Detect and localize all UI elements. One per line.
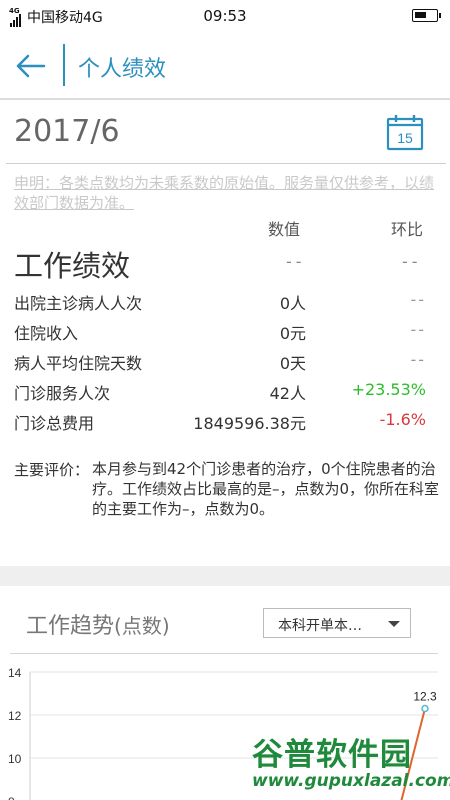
section-separator — [0, 566, 450, 586]
row-value: 0天 — [279, 354, 306, 373]
watermark-url: www.gupuxlazal.com — [252, 771, 450, 791]
evaluation-label: 主要评价： — [14, 461, 90, 479]
row-ratio: -- — [410, 320, 426, 339]
date-divider — [6, 163, 446, 164]
row-value: 0元 — [279, 324, 306, 343]
y-tick-label: 12 — [8, 709, 22, 723]
performance-title-ratio: -- — [402, 252, 422, 271]
table-row: 病人平均住院天数 0天 -- — [0, 345, 450, 375]
evaluation-text: 本月参与到42个门诊患者的治疗，0个住院患者的治疗。工作绩效占比最高的是–，点数… — [92, 460, 440, 518]
column-header-value: 数值 — [268, 220, 301, 239]
row-label: 住院收入 — [14, 324, 79, 343]
selected-month: 2017/6 — [14, 114, 120, 149]
watermark-title: 谷普软件园 — [252, 737, 412, 773]
row-ratio-down: -1.6% — [379, 410, 426, 429]
row-label: 病人平均住院天数 — [14, 354, 143, 373]
trend-title: 工作趋势(点数) — [26, 608, 170, 640]
page-title: 个人绩效 — [78, 57, 167, 82]
table-row: 出院主诊病人人次 0人 -- — [0, 285, 450, 315]
row-label: 出院主诊病人人次 — [14, 294, 143, 313]
table-row: 住院收入 0元 -- — [0, 315, 450, 345]
calendar-day: 15 — [397, 130, 413, 146]
row-label: 门诊服务人次 — [14, 384, 111, 403]
y-tick-label: 10 — [8, 752, 22, 766]
status-bar: 4G 中国移动4G 09:53 — [0, 0, 450, 32]
back-arrow-icon — [16, 54, 46, 78]
y-tick-label: 8 — [8, 795, 15, 800]
trend-title-unit: (点数) — [114, 614, 170, 638]
data-point — [421, 704, 429, 713]
trend-divider — [10, 653, 438, 654]
table-row: 门诊总费用 1849596.38元 -1.6% — [0, 405, 450, 435]
app-header: 个人绩效 — [0, 32, 450, 100]
watermark-logo: 谷普软件园 www.gupuxlazal.com — [244, 725, 450, 800]
disclaimer-notice[interactable]: 申明：各类点数均为未乘系数的原始值。服务量仅供参考，以绩效部门数据为准。 — [14, 173, 444, 213]
table-row: 门诊服务人次 42人 +23.53% — [0, 375, 450, 405]
calendar-button[interactable]: 15 — [386, 113, 424, 151]
row-ratio: -- — [410, 350, 426, 369]
column-header-ratio: 环比 — [391, 220, 424, 239]
row-value: 1849596.38元 — [193, 414, 306, 433]
data-label: 12.3 — [413, 690, 437, 704]
header-divider — [63, 44, 65, 86]
trend-title-text: 工作趋势 — [26, 614, 115, 639]
trend-category-select[interactable]: 本科开单本… — [263, 608, 411, 638]
chevron-down-icon — [388, 621, 400, 627]
status-time: 09:53 — [203, 7, 247, 25]
dropdown-selected-text: 本科开单本… — [278, 618, 362, 634]
row-value: 0人 — [279, 294, 306, 313]
y-tick-label: 14 — [8, 666, 22, 680]
row-ratio-up: +23.53% — [351, 380, 426, 399]
battery-icon — [412, 9, 441, 22]
performance-title-value: -- — [286, 252, 306, 271]
row-value: 42人 — [269, 384, 306, 403]
calendar-icon: 15 — [386, 115, 424, 151]
back-button[interactable] — [14, 50, 48, 82]
row-label: 门诊总费用 — [14, 414, 95, 433]
performance-title: 工作绩效 — [14, 249, 131, 283]
row-ratio: -- — [410, 290, 426, 309]
